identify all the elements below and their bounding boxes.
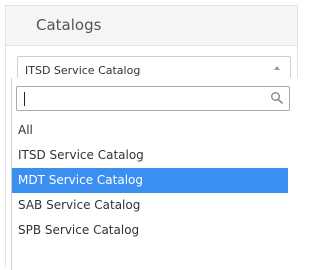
- panel-header: Catalogs: [6, 6, 297, 46]
- option-spb-service-catalog[interactable]: SPB Service Catalog: [12, 218, 288, 243]
- text-cursor: [24, 92, 25, 106]
- search-icon: [271, 92, 283, 104]
- catalog-select-value: ITSD Service Catalog: [25, 64, 141, 77]
- option-itsd-service-catalog[interactable]: ITSD Service Catalog: [12, 143, 288, 168]
- chevron-up-icon: [274, 66, 280, 70]
- search-field[interactable]: [16, 86, 290, 111]
- search-input[interactable]: [18, 88, 270, 109]
- panel-title: Catalogs: [36, 16, 102, 34]
- option-all[interactable]: All: [12, 118, 288, 143]
- option-mdt-service-catalog[interactable]: MDT Service Catalog: [12, 168, 288, 193]
- catalog-dropdown: All ITSD Service Catalog MDT Service Cat…: [11, 78, 298, 270]
- option-sab-service-catalog[interactable]: SAB Service Catalog: [12, 193, 288, 218]
